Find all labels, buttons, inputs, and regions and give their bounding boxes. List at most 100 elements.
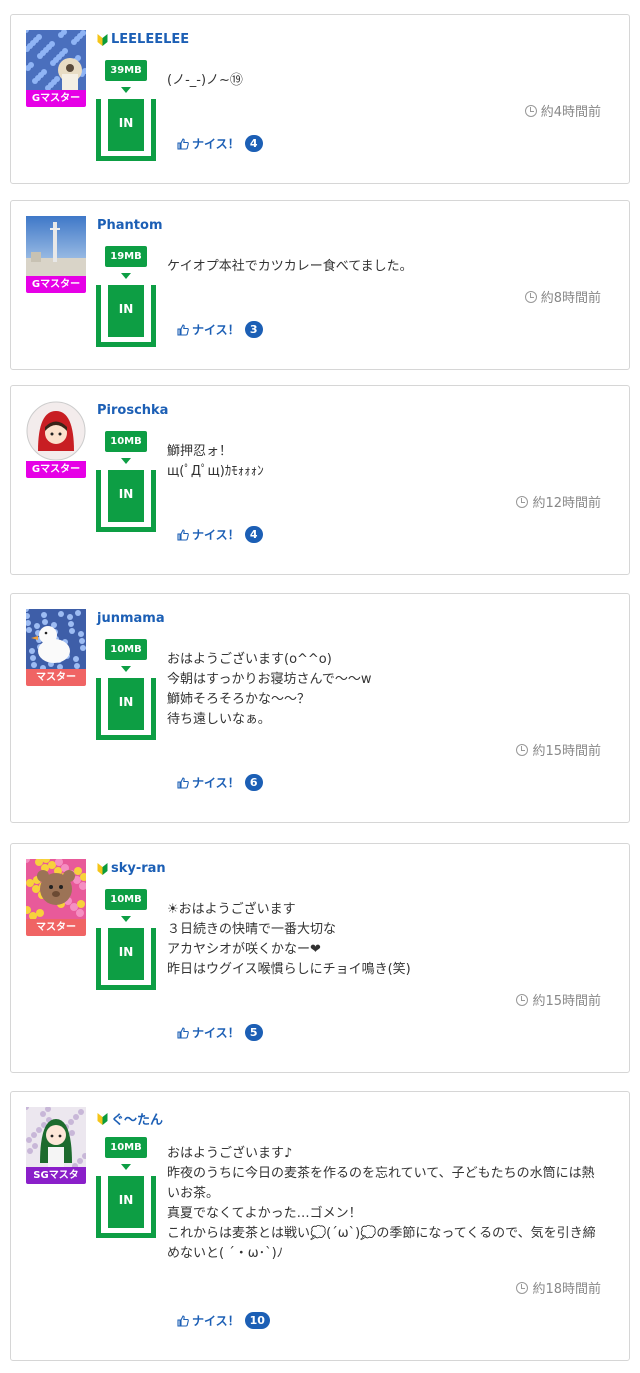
pointer-triangle-icon <box>121 87 131 93</box>
username-text[interactable]: Piroschka <box>97 403 168 418</box>
nice-label[interactable]: ナイス！ <box>192 135 240 152</box>
phone-gauge: IN <box>96 1176 156 1238</box>
nice-button[interactable]: ナイス！ 4 <box>177 135 263 152</box>
post-time: 約15時間前 <box>516 740 601 759</box>
rank-badge: Gマスター <box>26 461 86 478</box>
phone-gauge: IN <box>96 928 156 990</box>
time-text: 約8時間前 <box>540 291 601 306</box>
duck-flowers-avatar-icon[interactable] <box>26 609 86 669</box>
username-link[interactable]: Phantom <box>97 218 163 233</box>
post-time: 約4時間前 <box>524 101 601 120</box>
nice-count-badge: 3 <box>244 321 263 338</box>
nice-label[interactable]: ナイス！ <box>192 774 240 791</box>
clock-icon <box>524 290 537 303</box>
green-hair-girl-avatar-icon[interactable] <box>26 1107 86 1167</box>
pointer-triangle-icon <box>121 1164 131 1170</box>
post-time: 約15時間前 <box>516 990 601 1009</box>
beginner-leaf-icon <box>97 862 108 875</box>
phone-gauge: IN <box>96 285 156 347</box>
clock-icon <box>516 1281 529 1294</box>
avatar[interactable]: マスター <box>26 859 86 936</box>
username-link[interactable]: ぐ〜たん <box>97 1109 163 1128</box>
phone-gauge: IN <box>96 470 156 532</box>
avatar[interactable]: マスター <box>26 609 86 686</box>
post-card: Gマスター LEELEELEE 39MB IN (ノ-_-)ノ~⑲ 約4時間前 … <box>10 14 630 184</box>
beginner-leaf-icon <box>97 1112 108 1125</box>
data-size-badge: 10MB <box>105 639 147 660</box>
nice-label[interactable]: ナイス！ <box>192 1312 240 1329</box>
avatar[interactable]: SGマスタ <box>26 1107 86 1184</box>
bear-flowers-avatar-icon[interactable] <box>26 859 86 919</box>
nice-button[interactable]: ナイス！ 4 <box>177 526 263 543</box>
message-line: 昨日はウグイス喉慣らしにチョイ鳴き(笑) <box>167 962 411 977</box>
message-line: 昨夜のうちに今日の麦茶を作るのを忘れていて、子どもたちの水筒には熱いお茶。 <box>167 1166 595 1201</box>
username-text[interactable]: Phantom <box>97 218 163 233</box>
nice-count-badge: 10 <box>244 1312 270 1329</box>
phone-gauge: IN <box>96 678 156 740</box>
beginner-leaf-icon <box>97 33 108 46</box>
avatar[interactable]: Gマスター <box>26 216 86 293</box>
message-line: おはようございます(o^^o) <box>167 652 332 667</box>
nice-label[interactable]: ナイス！ <box>192 526 240 543</box>
pointer-triangle-icon <box>121 273 131 279</box>
clock-icon <box>516 993 529 1006</box>
username-text[interactable]: sky-ran <box>111 861 166 876</box>
message-line: おはようございます♪ <box>167 1146 293 1161</box>
data-size-badge: 10MB <box>105 889 147 910</box>
nice-count-badge: 4 <box>244 135 263 152</box>
message-line: これからは麦茶とは戦い💭(´ω`)💭の季節になってくるので、気を引き締めないと(… <box>167 1226 596 1261</box>
post-time: 約8時間前 <box>524 287 601 306</box>
username-text[interactable]: junmama <box>97 611 165 626</box>
message-line: ☀おはようございます <box>167 902 296 917</box>
tower-sky-avatar-icon[interactable] <box>26 216 86 276</box>
nice-button[interactable]: ナイス！ 10 <box>177 1312 270 1329</box>
clock-icon <box>516 495 529 508</box>
post-time: 約12時間前 <box>516 492 601 511</box>
post-feed: Gマスター LEELEELEE 39MB IN (ノ-_-)ノ~⑲ 約4時間前 … <box>0 0 640 1373</box>
thumbs-up-icon <box>177 528 189 541</box>
rank-badge: マスター <box>26 919 86 936</box>
username-link[interactable]: LEELEELEE <box>97 32 189 47</box>
nice-count-badge: 5 <box>244 1024 263 1041</box>
in-label: IN <box>108 1176 144 1228</box>
message-line: 鰤姉そろそろかな〜〜？ <box>167 692 311 707</box>
red-hood-girl-avatar-icon[interactable] <box>26 401 86 461</box>
post-message: ケイオプ本社でカツカレー食べてました。 <box>167 257 607 277</box>
post-message: おはようございます♪ 昨夜のうちに今日の麦茶を作るのを忘れていて、子どもたちの水筒… <box>167 1144 607 1264</box>
thumbs-up-icon <box>177 323 189 336</box>
username-link[interactable]: junmama <box>97 611 165 626</box>
username-link[interactable]: sky-ran <box>97 861 166 876</box>
nice-button[interactable]: ナイス！ 3 <box>177 321 263 338</box>
nice-label[interactable]: ナイス！ <box>192 1024 240 1041</box>
thumbs-up-icon <box>177 137 189 150</box>
flower-field-avatar-icon[interactable] <box>26 30 86 90</box>
clock-icon <box>516 743 529 756</box>
nice-button[interactable]: ナイス！ 6 <box>177 774 263 791</box>
post-card: Gマスター Phantom 19MB IN ケイオプ本社でカツカレー食べてました… <box>10 200 630 370</box>
rank-badge: Gマスター <box>26 276 86 293</box>
message-line: щ(ﾟДﾟщ)ｶﾓｫｫｫﾝ <box>167 464 264 479</box>
message-line: ３日続きの快晴で一番大切な <box>167 922 337 937</box>
post-message: おはようございます(o^^o) 今朝はすっかりお寝坊さんで〜〜w 鰤姉そろそろかな〜… <box>167 650 607 730</box>
message-line: 真夏でなくてよかった…ゴメン！ <box>167 1206 362 1221</box>
post-card: マスター sky-ran 10MB IN ☀おはようございます ３日続きの快晴で一… <box>10 843 630 1073</box>
in-label: IN <box>108 99 144 151</box>
time-text: 約12時間前 <box>532 496 601 511</box>
in-label: IN <box>108 678 144 730</box>
pointer-triangle-icon <box>121 916 131 922</box>
nice-button[interactable]: ナイス！ 5 <box>177 1024 263 1041</box>
username-text[interactable]: ぐ〜たん <box>111 1109 163 1128</box>
time-text: 約15時間前 <box>532 994 601 1009</box>
post-time: 約18時間前 <box>516 1278 601 1297</box>
post-card: SGマスタ ぐ〜たん 10MB IN おはようございます♪ 昨夜のうちに今日の麦茶… <box>10 1091 630 1361</box>
username-link[interactable]: Piroschka <box>97 403 168 418</box>
username-text[interactable]: LEELEELEE <box>111 32 189 47</box>
post-card: マスター junmama 10MB IN おはようございます(o^^o) 今朝はす… <box>10 593 630 823</box>
nice-label[interactable]: ナイス！ <box>192 321 240 338</box>
nice-count-badge: 4 <box>244 526 263 543</box>
nice-count-badge: 6 <box>244 774 263 791</box>
avatar[interactable]: Gマスター <box>26 30 86 107</box>
message-line: 今朝はすっかりお寝坊さんで〜〜w <box>167 672 372 687</box>
thumbs-up-icon <box>177 1026 189 1039</box>
avatar[interactable]: Gマスター <box>26 401 86 478</box>
